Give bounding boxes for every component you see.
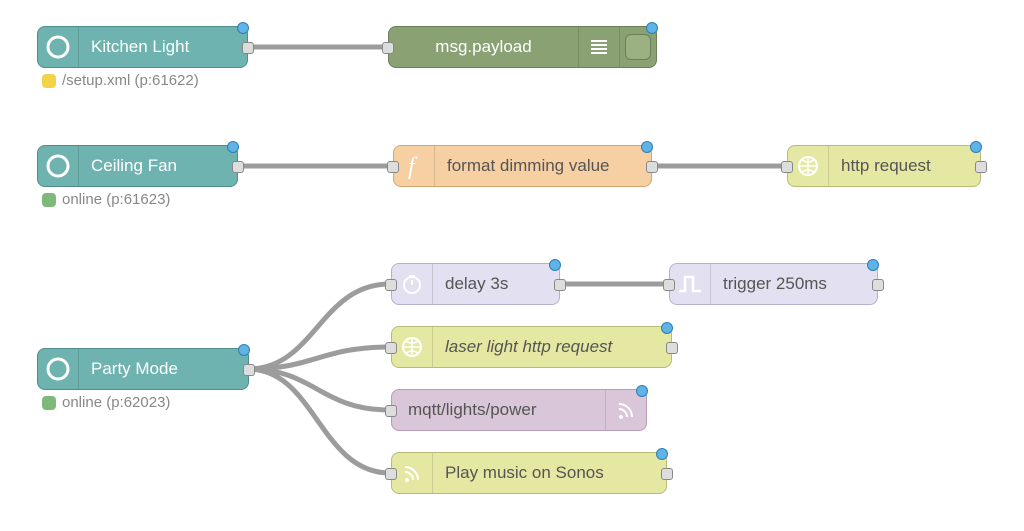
status-text: online (p:61623) bbox=[62, 191, 170, 208]
output-port[interactable] bbox=[243, 364, 255, 376]
input-port[interactable] bbox=[387, 161, 399, 173]
alexa-icon bbox=[38, 349, 79, 389]
node-delay[interactable]: delay 3s bbox=[391, 263, 560, 305]
node-label: http request bbox=[829, 156, 980, 176]
status-text: online (p:62023) bbox=[62, 394, 170, 411]
globe-icon bbox=[392, 327, 433, 367]
node-label: Play music on Sonos bbox=[433, 463, 666, 483]
broadcast-icon bbox=[392, 453, 433, 493]
node-ceiling-fan[interactable]: Ceiling Fan bbox=[37, 145, 238, 187]
node-label: msg.payload bbox=[389, 37, 578, 57]
node-label: trigger 250ms bbox=[711, 274, 877, 294]
node-label: format dimming value bbox=[435, 156, 651, 176]
status-party: online (p:62023) bbox=[42, 394, 170, 411]
changed-marker bbox=[970, 141, 982, 153]
node-debug[interactable]: msg.payload bbox=[388, 26, 657, 68]
output-port[interactable] bbox=[232, 161, 244, 173]
node-format-dimming[interactable]: f format dimming value bbox=[393, 145, 652, 187]
changed-marker bbox=[227, 141, 239, 153]
changed-marker bbox=[646, 22, 658, 34]
node-sonos[interactable]: Play music on Sonos bbox=[391, 452, 667, 494]
debug-icon bbox=[578, 27, 619, 67]
node-label: Kitchen Light bbox=[79, 37, 247, 57]
status-text: /setup.xml (p:61622) bbox=[62, 72, 199, 89]
output-port[interactable] bbox=[242, 42, 254, 54]
node-label: laser light http request bbox=[433, 337, 671, 357]
node-mqtt[interactable]: mqtt/lights/power bbox=[391, 389, 647, 431]
alexa-icon bbox=[38, 146, 79, 186]
node-party-mode[interactable]: Party Mode bbox=[37, 348, 249, 390]
output-port[interactable] bbox=[661, 468, 673, 480]
node-kitchen-light[interactable]: Kitchen Light bbox=[37, 26, 248, 68]
output-port[interactable] bbox=[975, 161, 987, 173]
output-port[interactable] bbox=[666, 342, 678, 354]
changed-marker bbox=[661, 322, 673, 334]
input-port[interactable] bbox=[663, 279, 675, 291]
node-trigger[interactable]: trigger 250ms bbox=[669, 263, 878, 305]
changed-marker bbox=[636, 385, 648, 397]
status-kitchen: /setup.xml (p:61622) bbox=[42, 72, 199, 89]
pulse-icon bbox=[670, 264, 711, 304]
changed-marker bbox=[867, 259, 879, 271]
input-port[interactable] bbox=[385, 342, 397, 354]
svg-text:f: f bbox=[408, 154, 418, 180]
node-laser-light[interactable]: laser light http request bbox=[391, 326, 672, 368]
status-dot-yellow bbox=[42, 74, 56, 88]
input-port[interactable] bbox=[385, 468, 397, 480]
node-label: Ceiling Fan bbox=[79, 156, 237, 176]
node-label: Party Mode bbox=[79, 359, 248, 379]
input-port[interactable] bbox=[385, 279, 397, 291]
output-port[interactable] bbox=[554, 279, 566, 291]
input-port[interactable] bbox=[382, 42, 394, 54]
changed-marker bbox=[641, 141, 653, 153]
node-http-request[interactable]: http request bbox=[787, 145, 981, 187]
globe-icon bbox=[788, 146, 829, 186]
changed-marker bbox=[549, 259, 561, 271]
input-port[interactable] bbox=[781, 161, 793, 173]
function-icon: f bbox=[394, 146, 435, 186]
changed-marker bbox=[237, 22, 249, 34]
alexa-icon bbox=[38, 27, 79, 67]
node-label: delay 3s bbox=[433, 274, 559, 294]
status-dot-green bbox=[42, 193, 56, 207]
output-port[interactable] bbox=[872, 279, 884, 291]
changed-marker bbox=[656, 448, 668, 460]
output-port[interactable] bbox=[646, 161, 658, 173]
timer-icon bbox=[392, 264, 433, 304]
status-ceiling: online (p:61623) bbox=[42, 191, 170, 208]
input-port[interactable] bbox=[385, 405, 397, 417]
changed-marker bbox=[238, 344, 250, 356]
node-label: mqtt/lights/power bbox=[392, 400, 605, 420]
status-dot-green bbox=[42, 396, 56, 410]
